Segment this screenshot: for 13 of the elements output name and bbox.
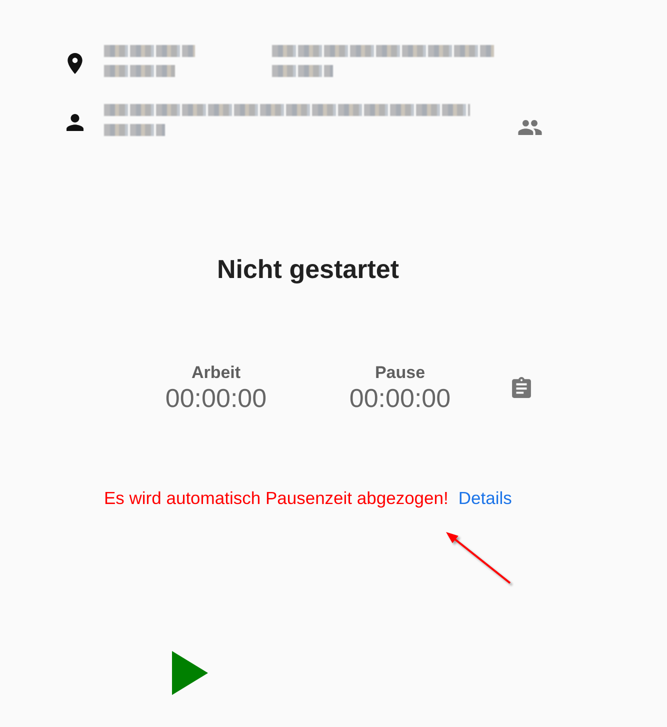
timer-value: 00:00:00 bbox=[349, 384, 451, 412]
location-pin-icon bbox=[66, 53, 84, 74]
status-title: Nicht gestartet bbox=[216, 254, 400, 286]
details-link[interactable]: Details bbox=[458, 488, 512, 510]
warning-text: Es wird automatisch Pausenzeit abgezogen! bbox=[104, 488, 448, 510]
play-icon[interactable] bbox=[172, 651, 208, 696]
timer-label: Arbeit bbox=[191, 363, 241, 384]
person-icon bbox=[66, 114, 84, 131]
annotation-arrow bbox=[446, 532, 511, 584]
timer-label: Pause bbox=[374, 363, 426, 384]
people-icon[interactable] bbox=[518, 120, 542, 136]
timer-value: 00:00:00 bbox=[165, 384, 267, 412]
clipboard-icon[interactable] bbox=[512, 376, 531, 398]
